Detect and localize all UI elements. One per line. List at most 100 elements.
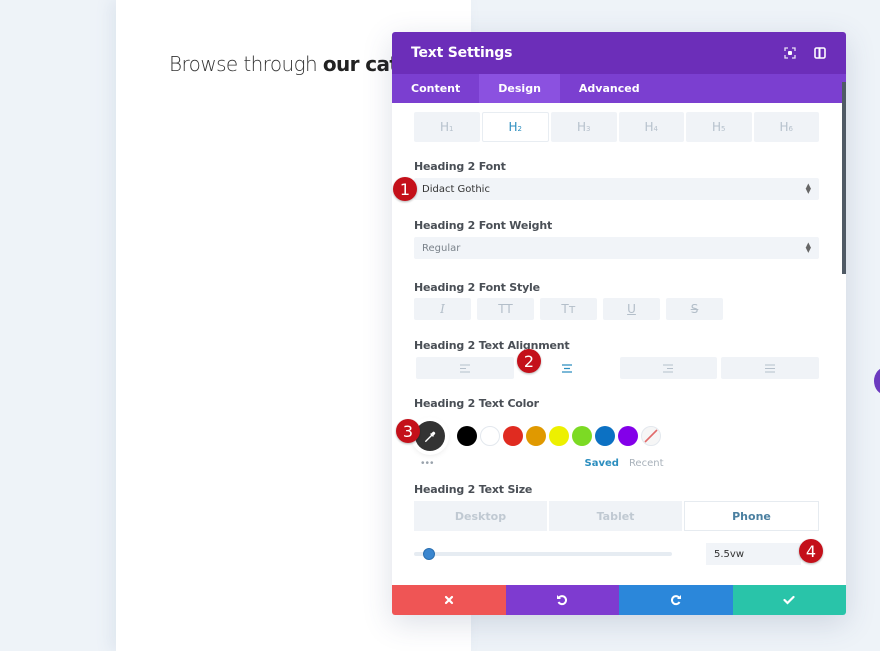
heading-tab-h3[interactable]: H3 (551, 112, 617, 142)
align-left-icon (459, 364, 470, 372)
text-size-label: Heading 2 Text Size (414, 483, 533, 496)
more-colors-button[interactable]: ••• (421, 458, 435, 469)
swatch-purple[interactable] (618, 426, 638, 446)
heading-tab-level: 6 (788, 125, 793, 133)
underline-icon: U (627, 302, 636, 316)
heading-tab-letter: H (644, 120, 654, 134)
heading-level-tabs: H1 H2 H3 H4 H5 H6 (414, 112, 819, 142)
text-color-label: Heading 2 Text Color (414, 397, 539, 410)
text-size-input[interactable] (706, 543, 801, 565)
device-tabs: Desktop Tablet Phone (414, 501, 819, 531)
side-handle[interactable] (874, 367, 880, 395)
step-badge-4: 4 (799, 539, 823, 563)
recent-colors-tab[interactable]: Recent (629, 458, 664, 469)
uppercase-icon: TT (498, 302, 513, 316)
color-picker-row (414, 421, 819, 451)
swatch-black[interactable] (457, 426, 477, 446)
heading-tab-letter: H (577, 120, 587, 134)
heading-tab-h6[interactable]: H6 (753, 112, 819, 142)
heading-tab-letter: H (508, 120, 518, 134)
heading-tab-h1[interactable]: H1 (414, 112, 480, 142)
heading-tab-letter: H (779, 120, 789, 134)
font-style-buttons: I TT Tт U S (414, 298, 819, 320)
modal-title: Text Settings (411, 45, 513, 61)
heading-tab-level: 5 (721, 125, 726, 133)
sidebar-toggle-icon[interactable] (813, 46, 827, 60)
swatch-white[interactable] (480, 426, 500, 446)
swatch-no-color[interactable] (641, 426, 661, 446)
strikethrough-icon: S (690, 302, 699, 316)
alignment-buttons (414, 357, 819, 379)
underline-button[interactable]: U (603, 298, 660, 320)
font-style-label: Heading 2 Font Style (414, 281, 540, 294)
heading-tab-level: 4 (653, 125, 658, 133)
cancel-button[interactable] (392, 585, 506, 615)
heading-tab-h2[interactable]: H2 (481, 112, 549, 142)
redo-button[interactable] (619, 585, 733, 615)
select-arrows-icon: ▲ ▼ (805, 182, 811, 195)
device-tab-phone[interactable]: Phone (684, 501, 819, 531)
color-swatches (457, 426, 661, 446)
heading-tab-h4[interactable]: H4 (618, 112, 684, 142)
tab-content[interactable]: Content (392, 74, 479, 103)
text-settings-modal: Text Settings Content Design Advanced H1… (392, 32, 846, 615)
fullscreen-icon[interactable] (783, 46, 797, 60)
undo-button[interactable] (505, 585, 619, 615)
heading-tab-h5[interactable]: H5 (686, 112, 752, 142)
modal-footer (392, 585, 846, 615)
text-size-slider[interactable] (414, 548, 672, 560)
tab-design[interactable]: Design (479, 74, 560, 103)
device-tab-desktop[interactable]: Desktop (414, 501, 547, 531)
color-meta-row: ••• Saved Recent (414, 457, 819, 469)
align-right-icon (663, 364, 674, 372)
swatch-orange[interactable] (526, 426, 546, 446)
capitalize-icon: Tт (561, 302, 576, 316)
select-arrows-icon: ▲ ▼ (805, 241, 811, 254)
text-alignment-label: Heading 2 Text Alignment (414, 339, 570, 352)
checkmark-icon (783, 595, 795, 605)
italic-button[interactable]: I (414, 298, 471, 320)
swatch-blue[interactable] (595, 426, 615, 446)
saved-colors-tab[interactable]: Saved (585, 458, 619, 469)
no-color-icon (644, 429, 658, 443)
heading-tab-letter: H (440, 120, 450, 134)
text-size-row (414, 543, 819, 565)
modal-header: Text Settings (392, 32, 846, 74)
modal-tabs: Content Design Advanced (392, 74, 846, 103)
swatch-red[interactable] (503, 426, 523, 446)
swatch-green[interactable] (572, 426, 592, 446)
font-weight-value: Regular (422, 242, 461, 254)
align-justify-button[interactable] (721, 357, 819, 379)
tab-advanced[interactable]: Advanced (560, 74, 659, 103)
font-weight-select[interactable]: Regular ▲ ▼ (414, 237, 819, 259)
step-badge-1: 1 (393, 177, 417, 201)
align-center-icon (561, 363, 572, 373)
scrollbar[interactable] (842, 82, 846, 274)
font-select-value: Didact Gothic (422, 183, 490, 195)
slider-thumb[interactable] (423, 548, 436, 560)
heading-tab-letter: H (712, 120, 722, 134)
save-button[interactable] (732, 585, 846, 615)
align-right-button[interactable] (619, 357, 718, 379)
heading-light-text: Browse through (169, 52, 323, 76)
font-weight-label: Heading 2 Font Weight (414, 219, 553, 232)
color-picker-button[interactable] (415, 421, 445, 451)
heading-tab-level: 1 (449, 125, 454, 133)
redo-icon (670, 595, 681, 606)
close-icon (444, 595, 453, 605)
italic-icon: I (440, 302, 445, 316)
step-badge-3: 3 (396, 419, 420, 443)
device-tab-tablet[interactable]: Tablet (549, 501, 682, 531)
strikethrough-button[interactable]: S (666, 298, 723, 320)
eyedropper-icon (424, 431, 435, 442)
align-left-button[interactable] (416, 357, 514, 379)
uppercase-button[interactable]: TT (477, 298, 534, 320)
modal-body: H1 H2 H3 H4 H5 H6 Heading 2 Font Didact … (392, 103, 846, 585)
font-label: Heading 2 Font (414, 160, 506, 173)
swatch-yellow[interactable] (549, 426, 569, 446)
capitalize-button[interactable]: Tт (540, 298, 597, 320)
step-badge-2: 2 (517, 349, 541, 373)
font-select[interactable]: Didact Gothic ▲ ▼ (414, 178, 819, 200)
undo-icon (557, 595, 568, 606)
heading-tab-level: 3 (586, 125, 591, 133)
